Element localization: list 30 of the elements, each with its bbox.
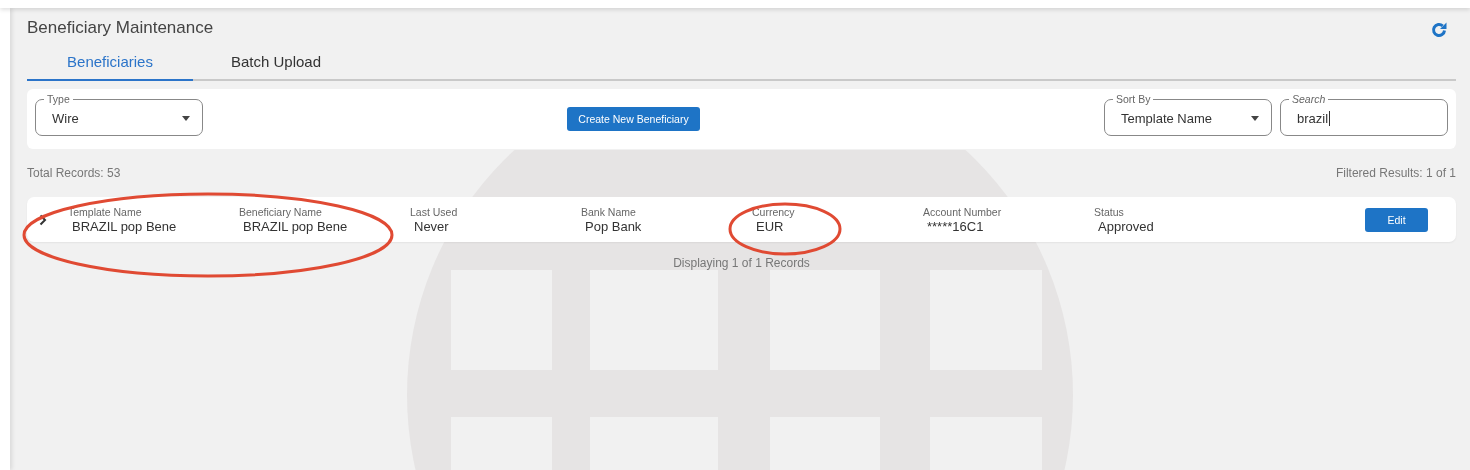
record-row[interactable]: Template Name BRAZIL pop Bene Beneficiary Name BRAZIL pop Bene Last Used Never Bank Name Pop Bank Currency EUR Account Number *****16C1 Status Approved Edit — [27, 197, 1456, 242]
type-dropdown[interactable]: Type Wire — [35, 96, 203, 136]
search-field[interactable]: Search brazil — [1280, 96, 1448, 136]
column-label: Template Name — [68, 205, 143, 218]
table-cell-text: Never — [414, 218, 450, 234]
column-label: Account Number — [923, 205, 1003, 218]
column-label: Currency — [752, 205, 796, 218]
column-label: Beneficiary Name — [239, 205, 323, 218]
refresh-icon[interactable] — [1430, 21, 1448, 39]
sort-dropdown[interactable]: Sort By Template Name — [1104, 96, 1272, 136]
displaying-text: Displaying 1 of 1 Records — [673, 256, 810, 270]
create-button[interactable]: Create New Beneficiary — [567, 107, 700, 131]
caret-icon — [182, 116, 190, 121]
table-cell-text: EUR — [756, 218, 785, 234]
chevron-icon[interactable] — [39, 213, 47, 226]
page-title: Beneficiary Maintenance — [27, 18, 214, 38]
total-records: Total Records: 53 — [27, 166, 121, 180]
tab[interactable]: Beneficiaries — [27, 49, 193, 81]
column-label: Bank Name — [581, 205, 637, 218]
table-cell-text: BRAZIL pop Bene — [72, 218, 178, 234]
caret-icon — [1251, 116, 1259, 121]
column-label: Last Used — [410, 205, 459, 218]
table-cell-text: *****16C1 — [927, 218, 985, 234]
tab[interactable]: Batch Upload — [193, 49, 359, 81]
table-cell-text: BRAZIL pop Bene — [243, 218, 349, 234]
table-cell-text: Pop Bank — [585, 218, 643, 234]
filtered-results: Filtered Results: 1 of 1 — [1335, 166, 1456, 180]
edit-button[interactable]: Edit — [1365, 207, 1428, 232]
table-cell-text: Approved — [1098, 218, 1155, 234]
column-label: Status — [1094, 205, 1125, 218]
